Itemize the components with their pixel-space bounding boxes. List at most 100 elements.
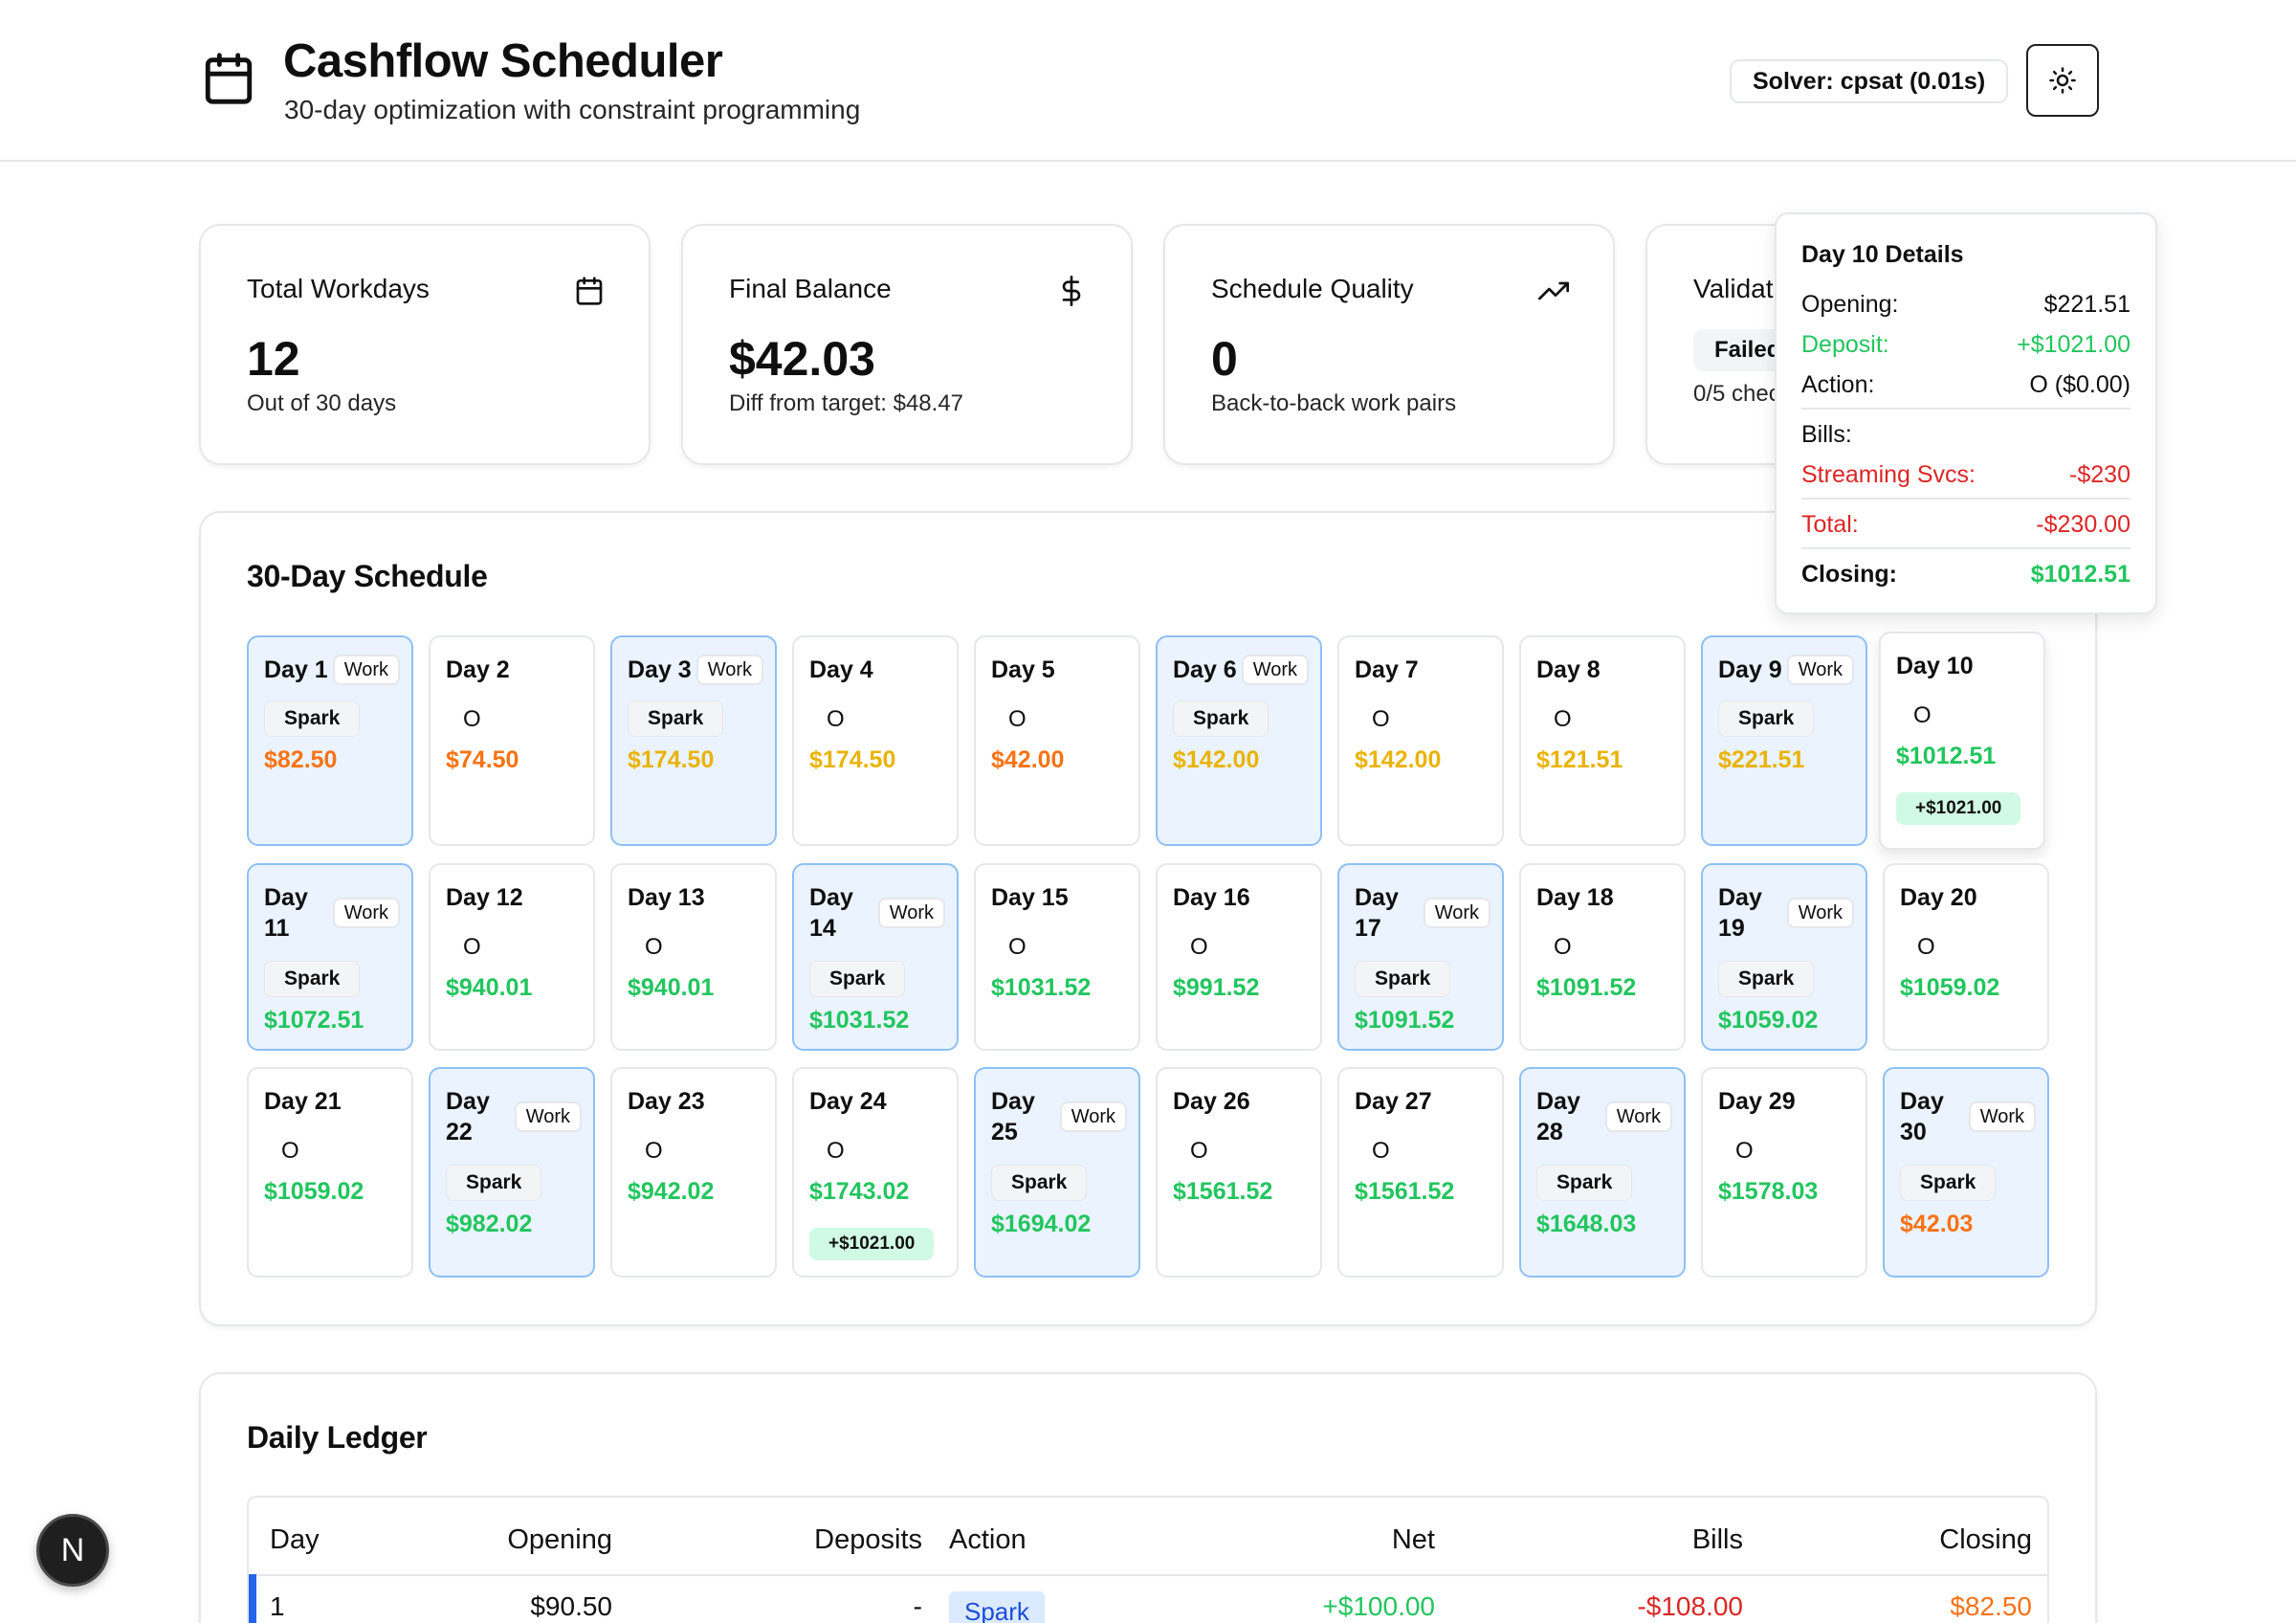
work-badge: Work xyxy=(1786,655,1854,685)
day-balance: $1091.52 xyxy=(1536,974,1637,1001)
action-off-mark: O xyxy=(1372,706,1390,732)
day-card[interactable]: Day 29 O $1578.03 xyxy=(1701,1067,1867,1278)
day-card[interactable]: Day 19 Work Spark $1059.02 xyxy=(1701,863,1867,1051)
day-label: Day 10 xyxy=(1896,653,1974,679)
cell-closing: $82.50 xyxy=(1950,1591,2032,1621)
divider xyxy=(1801,547,2130,549)
app-header: Cashflow Scheduler 30-day optimization w… xyxy=(0,0,2296,162)
action-badge: Spark xyxy=(1718,961,1815,997)
day-card[interactable]: Day 26 O $1561.52 xyxy=(1156,1067,1322,1278)
day-card[interactable]: Day 6 Work Spark $142.00 xyxy=(1156,635,1322,846)
action-off-mark: O xyxy=(1554,706,1572,732)
day-balance: $1012.51 xyxy=(1896,743,1997,769)
day-card[interactable]: Day 30 Work Spark $42.03 xyxy=(1883,1067,2049,1278)
day-card[interactable]: Day 20 O $1059.02 xyxy=(1883,863,2049,1051)
day-label: Day 6 xyxy=(1173,656,1237,683)
day-card[interactable]: Day 16 O $991.52 xyxy=(1156,863,1322,1051)
day-balance: $1561.52 xyxy=(1173,1178,1273,1205)
day-card[interactable]: Day 24 O $1743.02 +$1021.00 xyxy=(792,1067,959,1278)
day-card[interactable]: Day 7 O $142.00 xyxy=(1337,635,1504,846)
theme-toggle-button[interactable] xyxy=(2026,44,2099,117)
day-balance: $1059.02 xyxy=(264,1178,364,1205)
day-card[interactable]: Day 12 O $940.01 xyxy=(429,863,595,1051)
day-card[interactable]: Day 2 O $74.50 xyxy=(429,635,595,846)
day-card[interactable]: Day 28 Work Spark $1648.03 xyxy=(1519,1067,1686,1278)
row-value: $1012.51 xyxy=(2030,560,2130,588)
day-card[interactable]: Day 18 O $1091.52 xyxy=(1519,863,1686,1051)
popover-opening-row: Opening: $221.51 xyxy=(1801,287,2130,322)
action-off-mark: O xyxy=(1008,706,1027,732)
sun-icon xyxy=(2049,67,2076,94)
stat-value: $42.03 xyxy=(729,332,875,386)
calendar-icon xyxy=(205,53,253,104)
day-balance: $1578.03 xyxy=(1718,1178,1819,1205)
column-header[interactable]: Bills xyxy=(1692,1524,1743,1556)
stat-card-balance: Final Balance $42.03 Diff from target: $… xyxy=(681,224,1133,465)
day-label: Day 30 xyxy=(1900,1088,1944,1145)
column-header[interactable]: Action xyxy=(949,1524,1027,1556)
action-off-mark: O xyxy=(1913,702,1932,728)
day-balance: $942.02 xyxy=(628,1178,715,1205)
stat-title: Schedule Quality xyxy=(1211,274,1414,303)
day-card[interactable]: Day 11 Work Spark $1072.51 xyxy=(247,863,413,1051)
day-label: Day 3 xyxy=(628,656,692,683)
column-header[interactable]: Closing xyxy=(1939,1524,2032,1556)
day-card[interactable]: Day 21 O $1059.02 xyxy=(247,1067,413,1278)
dev-tools-button[interactable]: N xyxy=(36,1514,109,1587)
day-card[interactable]: Day 22 Work Spark $982.02 xyxy=(429,1067,595,1278)
action-off-mark: O xyxy=(1554,934,1572,960)
action-badge: Spark xyxy=(991,1165,1088,1201)
day-balance: $940.01 xyxy=(446,974,533,1001)
stat-title: Total Workdays xyxy=(247,274,430,303)
day-card[interactable]: Day 10 O $1012.51 +$1021.00 xyxy=(1879,632,2045,850)
action-off-mark: O xyxy=(281,1138,299,1164)
popover-deposit-row: Deposit: +$1021.00 xyxy=(1801,327,2130,362)
ledger-table: Day Opening Deposits Action Net Bills Cl… xyxy=(247,1496,2049,1623)
work-badge: Work xyxy=(1968,1101,2036,1132)
action-badge: Spark xyxy=(628,700,724,737)
section-title: Daily Ledger xyxy=(247,1420,428,1455)
day-balance: $42.00 xyxy=(991,746,1065,773)
day-card[interactable]: Day 25 Work Spark $1694.02 xyxy=(974,1067,1140,1278)
day-card[interactable]: Day 13 O $940.01 xyxy=(610,863,777,1051)
day-balance: $82.50 xyxy=(264,746,338,773)
day-label: Day 29 xyxy=(1718,1088,1796,1115)
action-off-mark: O xyxy=(1372,1138,1390,1164)
day-card[interactable]: Day 23 O $942.02 xyxy=(610,1067,777,1278)
day-balance: $1091.52 xyxy=(1355,1007,1455,1034)
day-card[interactable]: Day 14 Work Spark $1031.52 xyxy=(792,863,959,1051)
day-balance: $42.03 xyxy=(1900,1211,1974,1237)
work-badge: Work xyxy=(1604,1101,1672,1132)
day-balance: $940.01 xyxy=(628,974,715,1001)
day-card[interactable]: Day 8 O $121.51 xyxy=(1519,635,1686,846)
stat-card-quality: Schedule Quality 0 Back-to-back work pai… xyxy=(1163,224,1615,465)
day-card[interactable]: Day 1 Work Spark $82.50 xyxy=(247,635,413,846)
column-header[interactable]: Net xyxy=(1392,1524,1435,1556)
day-balance: $74.50 xyxy=(446,746,519,773)
work-badge: Work xyxy=(332,898,400,928)
day-card[interactable]: Day 9 Work Spark $221.51 xyxy=(1701,635,1867,846)
column-header[interactable]: Day xyxy=(270,1524,320,1556)
day-label: Day 7 xyxy=(1355,656,1419,683)
day-card[interactable]: Day 5 O $42.00 xyxy=(974,635,1140,846)
day-card[interactable]: Day 15 O $1031.52 xyxy=(974,863,1140,1051)
calendar-icon xyxy=(576,277,603,305)
action-badge: Spark xyxy=(1355,961,1451,997)
app-subtitle: 30-day optimization with constraint prog… xyxy=(284,95,861,124)
day-card[interactable]: Day 17 Work Spark $1091.52 xyxy=(1337,863,1504,1051)
day-card[interactable]: Day 4 O $174.50 xyxy=(792,635,959,846)
work-badge: Work xyxy=(514,1101,582,1132)
day-card[interactable]: Day 3 Work Spark $174.50 xyxy=(610,635,777,846)
day-balance: $142.00 xyxy=(1355,746,1442,773)
action-off-mark: O xyxy=(463,706,481,732)
trending-up-icon xyxy=(1538,281,1569,300)
day-label: Day 21 xyxy=(264,1088,342,1115)
work-badge: Work xyxy=(877,898,945,928)
stat-title: Final Balance xyxy=(729,274,892,303)
day-label: Day 9 xyxy=(1718,656,1782,683)
row-label: Bills: xyxy=(1801,420,1852,448)
column-header[interactable]: Opening xyxy=(507,1524,612,1556)
popover-title: Day 10 Details xyxy=(1801,241,1964,268)
column-header[interactable]: Deposits xyxy=(814,1524,922,1556)
day-card[interactable]: Day 27 O $1561.52 xyxy=(1337,1067,1504,1278)
